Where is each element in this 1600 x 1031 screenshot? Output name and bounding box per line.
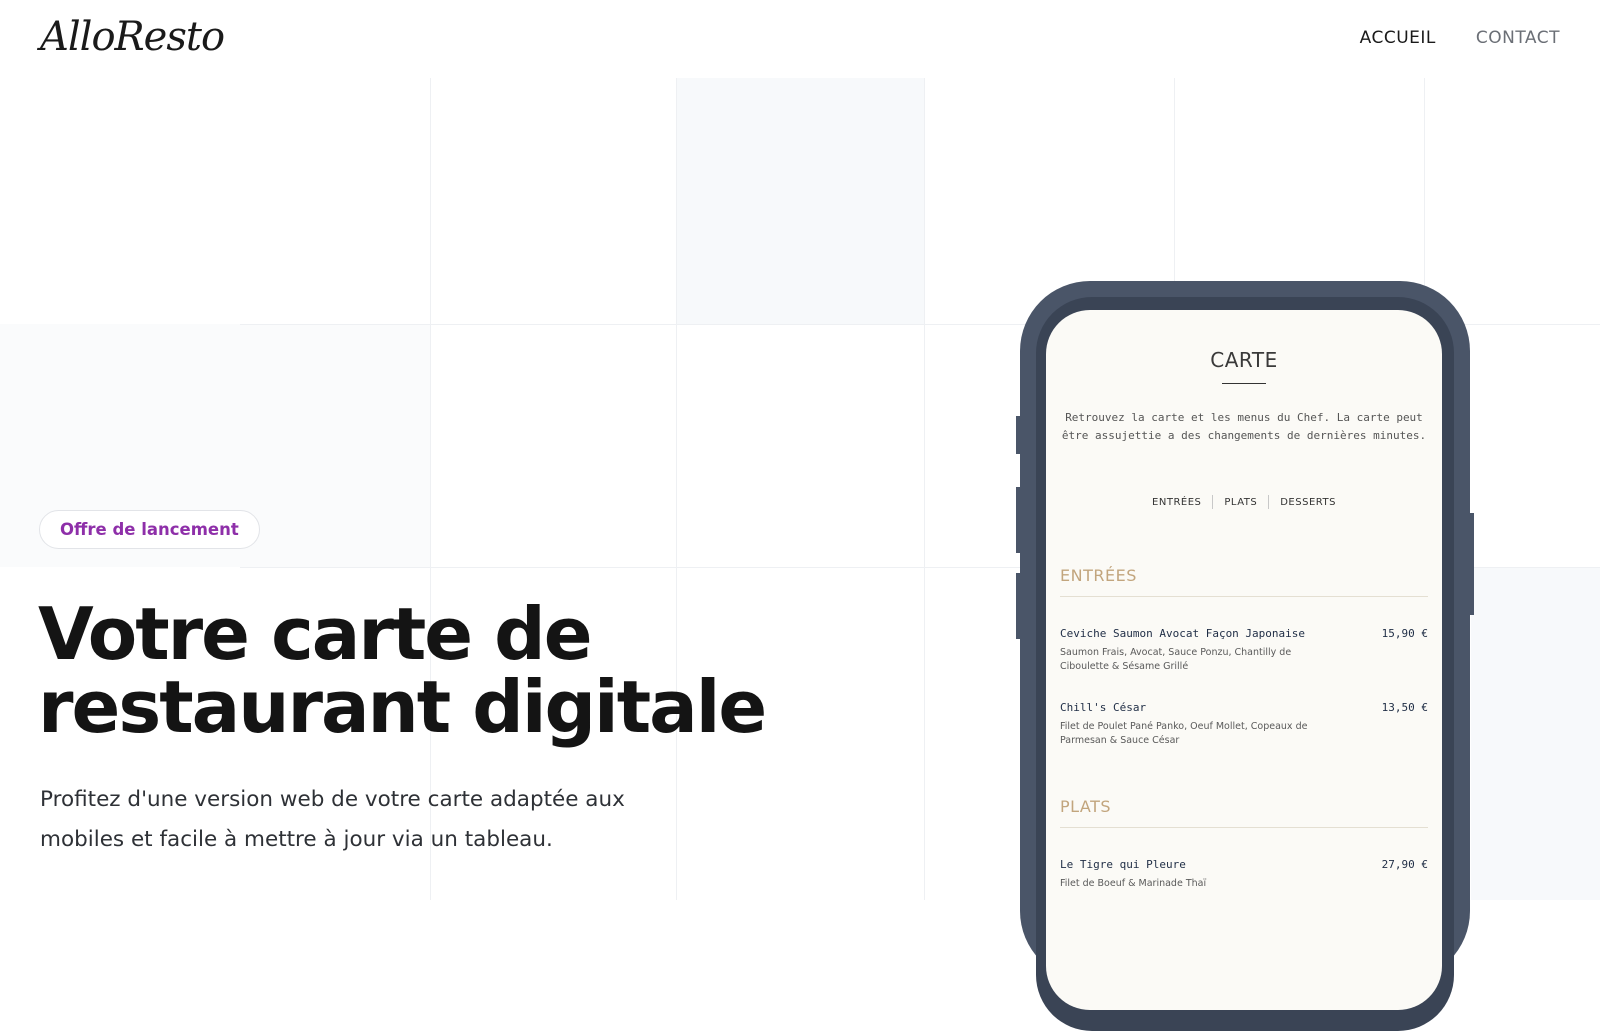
phone-side-button	[1468, 513, 1474, 615]
menu-tabs: ENTRÉES PLATS DESSERTS	[1046, 495, 1442, 509]
phone-side-button	[1016, 487, 1022, 553]
grid-line	[676, 78, 677, 900]
section-divider	[1060, 827, 1428, 828]
site-header: AlloResto ACCUEIL CONTACT	[0, 0, 1600, 78]
hero-title: Votre carte de restaurant digitale	[38, 592, 767, 749]
nav-link-contact[interactable]: CONTACT	[1476, 28, 1560, 48]
menu-item-description: Filet de Boeuf & Marinade Thaï	[1060, 878, 1207, 889]
menu-item-name: Chill's César	[1060, 701, 1147, 714]
main-nav: ACCUEIL CONTACT	[1360, 28, 1560, 48]
phone-mockup: CARTE Retrouvez la carte et les menus du…	[1016, 281, 1474, 1031]
menu-item-name: Le Tigre qui Pleure	[1060, 858, 1186, 871]
menu-item-name: Ceviche Saumon Avocat Façon Japonaise	[1060, 627, 1306, 640]
phone-side-button	[1016, 416, 1022, 454]
grid-tint-cell	[676, 78, 924, 324]
hero-subtitle: Profitez d'une version web de votre cart…	[40, 787, 625, 852]
menu-tab-plats[interactable]: PLATS	[1213, 497, 1268, 508]
menu-item-price: 13,50 €	[1381, 701, 1428, 714]
grid-tint-cell	[1471, 567, 1600, 900]
phone-side-button	[1016, 573, 1022, 639]
menu-item-price: 27,90 €	[1381, 858, 1428, 871]
section-title-entrees: ENTRÉES	[1060, 566, 1137, 585]
section-title-plats: PLATS	[1060, 797, 1112, 816]
menu-item-description: Saumon Frais, Avocat, Sauce Ponzu, Chant…	[1060, 647, 1292, 672]
menu-tab-desserts[interactable]: DESSERTS	[1269, 497, 1347, 508]
site-logo[interactable]: AlloResto	[40, 14, 225, 60]
grid-line	[924, 78, 925, 900]
grid-line	[430, 78, 431, 900]
menu-title: CARTE	[1210, 348, 1278, 372]
menu-item-price: 15,90 €	[1381, 627, 1428, 640]
launch-offer-badge: Offre de lancement	[39, 510, 260, 549]
section-divider	[1060, 596, 1428, 597]
menu-tab-entrees[interactable]: ENTRÉES	[1141, 497, 1212, 508]
menu-title-divider	[1222, 383, 1266, 384]
nav-link-accueil[interactable]: ACCUEIL	[1360, 28, 1436, 48]
menu-intro: Retrouvez la carte et les menus du Chef.…	[1061, 411, 1427, 442]
phone-screen: CARTE Retrouvez la carte et les menus du…	[1046, 310, 1442, 1010]
menu-item-description: Filet de Poulet Pané Panko, Oeuf Mollet,…	[1060, 721, 1308, 746]
